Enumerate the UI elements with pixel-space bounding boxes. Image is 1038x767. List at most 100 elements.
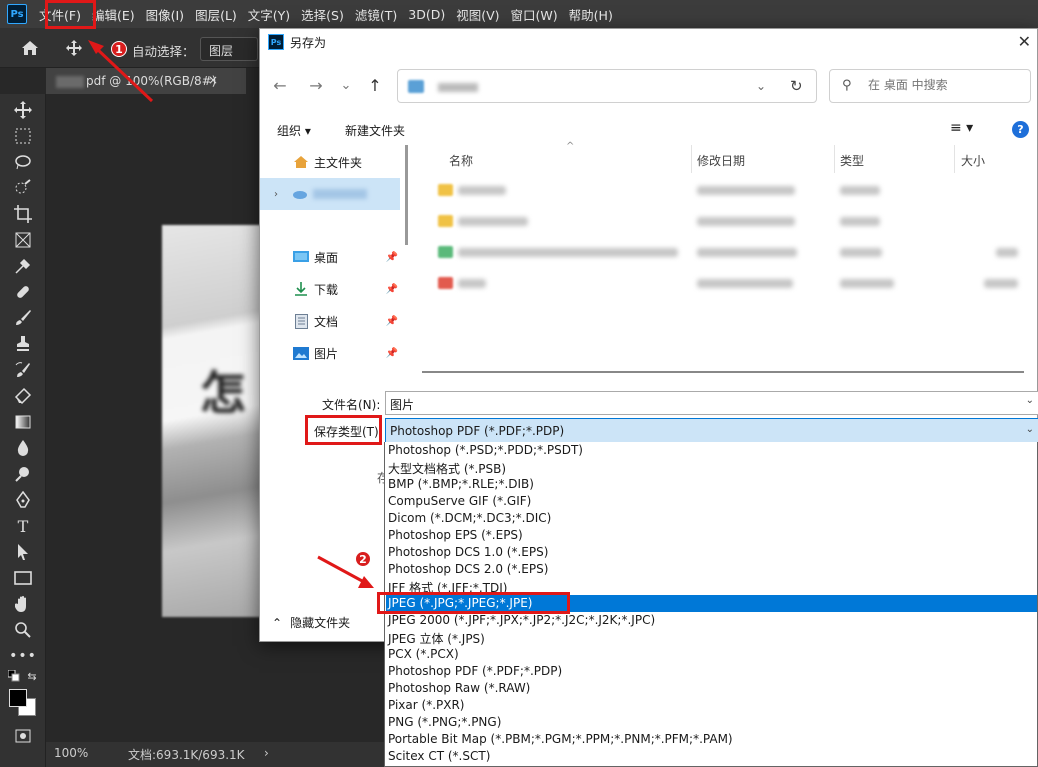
file-name-input[interactable]: 图片 ⌄ [385, 391, 1038, 415]
dodge-icon[interactable] [13, 464, 33, 484]
history-brush-icon[interactable] [13, 360, 33, 380]
save-type-option[interactable]: 大型文档格式 (*.PSB) [386, 459, 1037, 476]
menu-type[interactable]: 文字(Y) [248, 5, 290, 24]
blur-icon[interactable] [13, 438, 33, 458]
up-arrow-icon[interactable]: ↑ [365, 75, 385, 95]
menu-edit[interactable]: 编辑(E) [92, 5, 135, 24]
default-colors-icon[interactable] [8, 670, 20, 682]
chevron-down-icon[interactable]: ⌄ [756, 79, 766, 93]
more-tools-icon[interactable]: ••• [9, 646, 36, 666]
new-folder-button[interactable]: 新建文件夹 [345, 122, 405, 139]
status-menu-icon[interactable]: › [264, 746, 269, 760]
column-name[interactable]: 名称 [449, 152, 473, 169]
refresh-icon[interactable]: ↻ [790, 77, 803, 95]
pin-icon[interactable]: 📌 [386, 252, 398, 263]
clone-stamp-icon[interactable] [13, 334, 33, 354]
file-list-scrollbar[interactable] [422, 371, 1024, 373]
column-divider[interactable] [954, 145, 955, 173]
nav-item-onedrive[interactable]: › [260, 178, 400, 210]
save-type-option[interactable]: Photoshop Raw (*.RAW) [386, 680, 1037, 697]
nav-pane-scrollbar[interactable] [405, 145, 408, 245]
gradient-icon[interactable] [13, 412, 33, 432]
menu-filter[interactable]: 滤镜(T) [355, 5, 397, 24]
nav-item-downloads[interactable]: 下载 📌 [260, 273, 400, 305]
save-type-option-jpeg[interactable]: JPEG (*.JPG;*.JPEG;*.JPE) [386, 595, 1037, 612]
menu-image[interactable]: 图像(I) [146, 5, 184, 24]
search-box[interactable]: ⚲ [829, 69, 1031, 103]
eyedropper-icon[interactable] [13, 256, 33, 276]
menu-file[interactable]: 文件(F) [39, 5, 81, 24]
nav-item-desktop[interactable]: 桌面 📌 [260, 241, 400, 273]
type-tool-icon[interactable]: T [13, 516, 33, 536]
save-type-option[interactable]: Portable Bit Map (*.PBM;*.PGM;*.PPM;*.PN… [386, 731, 1037, 748]
save-type-option[interactable]: Dicom (*.DCM;*.DC3;*.DIC) [386, 510, 1037, 527]
nav-item-documents[interactable]: 文档 📌 [260, 305, 400, 337]
help-icon[interactable]: ? [1012, 121, 1029, 138]
nav-item-home[interactable]: 主文件夹 [260, 146, 400, 178]
swap-colors-icon[interactable]: ⇆ [26, 670, 38, 683]
address-bar[interactable]: ⌄ ↻ [397, 69, 817, 103]
column-size[interactable]: 大小 [961, 152, 985, 169]
file-row[interactable] [416, 206, 1036, 237]
marquee-icon[interactable] [13, 126, 33, 146]
lasso-icon[interactable] [13, 152, 33, 172]
healing-brush-icon[interactable] [13, 282, 33, 302]
file-row[interactable] [416, 237, 1036, 268]
zoom-level[interactable]: 100% [54, 746, 88, 760]
chevron-down-icon[interactable]: ⌄ [1026, 424, 1034, 435]
menu-view[interactable]: 视图(V) [456, 5, 499, 24]
nav-item-pictures[interactable]: 图片 📌 [260, 337, 400, 369]
move-tool-icon[interactable] [64, 39, 84, 57]
file-row[interactable] [416, 175, 1036, 206]
eraser-icon[interactable] [13, 386, 33, 406]
rectangle-icon[interactable] [13, 568, 33, 588]
zoom-icon[interactable] [13, 620, 33, 640]
save-type-option[interactable]: Scitex CT (*.SCT) [386, 748, 1037, 765]
pin-icon[interactable]: 📌 [386, 348, 398, 359]
column-type[interactable]: 类型 [840, 152, 864, 169]
menu-help[interactable]: 帮助(H) [569, 5, 613, 24]
quick-select-icon[interactable] [13, 178, 33, 198]
recent-locations-icon[interactable]: ⌄ [336, 75, 356, 95]
back-arrow-icon[interactable]: ← [270, 75, 290, 95]
save-type-option[interactable]: IFF 格式 (*.IFF;*.TDI) [386, 578, 1037, 595]
pin-icon[interactable]: 📌 [386, 316, 398, 327]
save-type-option[interactable]: PCX (*.PCX) [386, 646, 1037, 663]
column-modified[interactable]: 修改日期 [697, 152, 745, 169]
chevron-down-icon[interactable]: ⌄ [1026, 395, 1034, 406]
save-type-option[interactable]: Photoshop EPS (*.EPS) [386, 527, 1037, 544]
search-input[interactable] [868, 78, 1018, 92]
menu-select[interactable]: 选择(S) [301, 5, 344, 24]
path-select-icon[interactable] [13, 542, 33, 562]
save-type-option[interactable]: JPEG 立体 (*.JPS) [386, 629, 1037, 646]
column-divider[interactable] [691, 145, 692, 173]
quick-mask-icon[interactable] [13, 726, 33, 746]
menu-3d[interactable]: 3D(D) [408, 7, 445, 22]
menu-layer[interactable]: 图层(L) [195, 5, 237, 24]
save-type-option[interactable]: Photoshop DCS 2.0 (*.EPS) [386, 561, 1037, 578]
view-options-button[interactable]: ≡ ▾ [950, 120, 973, 136]
expand-chevron-icon[interactable]: › [274, 189, 278, 200]
crop-icon[interactable] [13, 204, 33, 224]
move-icon[interactable] [13, 100, 33, 120]
file-row[interactable] [416, 268, 1036, 299]
hand-icon[interactable] [13, 594, 33, 614]
frame-icon[interactable] [13, 230, 33, 250]
save-type-option[interactable]: Photoshop PDF (*.PDF;*.PDP) [386, 663, 1037, 680]
document-tab[interactable]: pdf @ 100%(RGB/8#) × [46, 68, 246, 94]
hide-folders-button[interactable]: ⌃ 隐藏文件夹 [272, 614, 350, 631]
brush-icon[interactable] [13, 308, 33, 328]
save-type-option[interactable]: Photoshop DCS 1.0 (*.EPS) [386, 544, 1037, 561]
column-divider[interactable] [834, 145, 835, 173]
menu-window[interactable]: 窗口(W) [511, 5, 558, 24]
save-type-select[interactable]: Photoshop PDF (*.PDF;*.PDP) ⌄ [385, 418, 1038, 443]
forward-arrow-icon[interactable]: → [306, 75, 326, 95]
save-type-option[interactable]: Pixar (*.PXR) [386, 697, 1037, 714]
close-icon[interactable]: ✕ [1018, 32, 1031, 51]
close-tab-icon[interactable]: × [208, 73, 218, 87]
foreground-color-swatch[interactable] [9, 689, 27, 707]
pen-icon[interactable] [13, 490, 33, 510]
save-type-option[interactable]: CompuServe GIF (*.GIF) [386, 493, 1037, 510]
auto-select-dropdown[interactable]: 图层 [200, 37, 258, 61]
save-type-option[interactable]: BMP (*.BMP;*.RLE;*.DIB) [386, 476, 1037, 493]
